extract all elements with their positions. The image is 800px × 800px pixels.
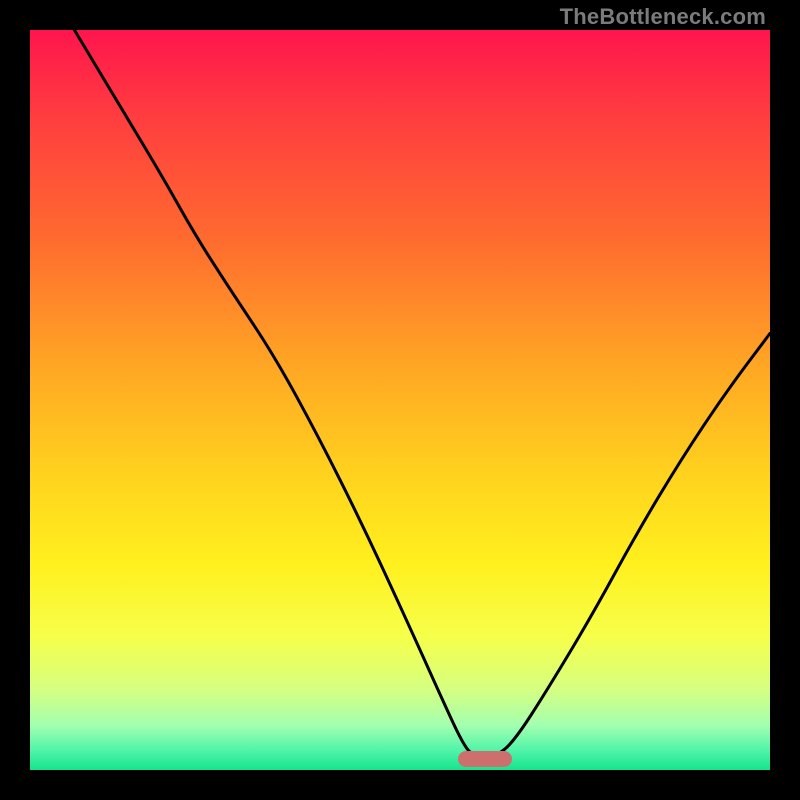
optimal-zone-marker xyxy=(458,751,512,767)
watermark-text: TheBottleneck.com xyxy=(560,4,766,30)
chart-frame xyxy=(30,30,770,770)
bottleneck-chart xyxy=(30,30,770,770)
